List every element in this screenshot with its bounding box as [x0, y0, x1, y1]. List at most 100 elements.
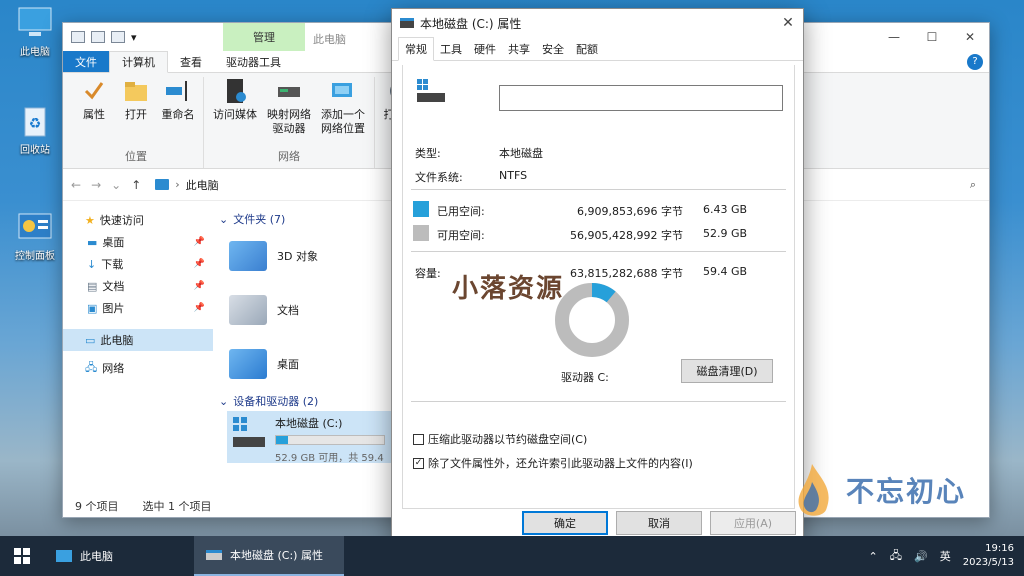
open-button[interactable]: 打开 [117, 77, 155, 148]
media-server-icon [227, 79, 246, 103]
network-drive-icon [278, 87, 300, 97]
used-space-gb: 6.43 GB [703, 203, 748, 216]
windows-logo-icon [14, 548, 30, 564]
desktop-icon-recycle-bin[interactable]: ♻ 回收站 [6, 104, 64, 156]
network-icon[interactable]: 🖧 [890, 547, 902, 566]
monitor-icon [56, 550, 72, 562]
used-space-swatch [413, 201, 429, 217]
checkbox-checked-icon: ✓ [413, 457, 424, 469]
dialog-buttons: 确定 取消 应用(A) [522, 511, 796, 535]
volume-icon[interactable]: 🔊 [914, 550, 928, 563]
rename-button[interactable]: 重命名 [159, 77, 197, 148]
download-icon: ↓ [87, 257, 97, 271]
pin-icon: 📌 [193, 259, 205, 269]
ok-button[interactable]: 确定 [522, 511, 608, 535]
system-tray: ⌃ 🖧 🔊 英 19:16 2023/5/13 [869, 542, 1024, 570]
drive-label: 驱动器 C: [561, 371, 609, 384]
ribbon-group-location: 属性 打开 重命名 位置 [69, 77, 204, 168]
nav-this-pc[interactable]: ▭ 此电脑 [63, 329, 213, 351]
nav-item-documents[interactable]: ▤ 文档 📌 [63, 275, 213, 297]
dialog-title-bar: 本地磁盘 (C:) 属性 ✕ [392, 9, 803, 37]
disk-cleanup-button[interactable]: 磁盘清理(D) [681, 359, 773, 383]
access-media-button[interactable]: 访问媒体 [210, 77, 260, 148]
tab-view[interactable]: 查看 [168, 51, 214, 72]
capacity-label: 容量: [415, 267, 441, 280]
desktop-icon-label: 控制面板 [15, 251, 55, 262]
desktop-icon-this-pc[interactable]: 此电脑 [6, 6, 64, 58]
nav-item-pictures[interactable]: ▣ 图片 📌 [63, 297, 213, 319]
nav-network[interactable]: 🖧 网络 [63, 357, 213, 379]
capacity-gb: 59.4 GB [703, 265, 748, 278]
tab-security[interactable]: 安全 [536, 37, 570, 60]
context-tab-manage[interactable]: 管理 [223, 23, 305, 51]
new-folder-quick-icon[interactable] [111, 31, 125, 43]
ime-indicator[interactable]: 英 [940, 548, 951, 564]
group-name-location: 位置 [125, 150, 147, 163]
item-count: 9 个项目 [75, 500, 119, 513]
drive-icon [417, 79, 445, 102]
map-network-drive-button[interactable]: 映射网络驱动器 [264, 77, 314, 148]
cancel-button[interactable]: 取消 [616, 511, 702, 535]
clock[interactable]: 19:16 2023/5/13 [963, 542, 1014, 570]
selected-count: 选中 1 个项目 [142, 500, 212, 513]
network-location-icon [332, 83, 352, 97]
close-icon[interactable]: ✕ [773, 15, 803, 31]
desktop-folder-icon [229, 349, 267, 379]
tab-sharing[interactable]: 共享 [502, 37, 536, 60]
close-button[interactable]: ✕ [951, 23, 989, 51]
free-space-gb: 52.9 GB [703, 227, 748, 240]
up-arrow-icon[interactable]: ↑ [131, 178, 141, 192]
desktop-icon-control-panel[interactable]: 控制面板 [6, 210, 64, 262]
tab-tools[interactable]: 工具 [434, 37, 468, 60]
chevron-up-icon[interactable]: ⌃ [869, 550, 878, 563]
nav-quick-access[interactable]: ★ 快速访问 [63, 209, 213, 231]
3d-objects-icon [229, 241, 267, 271]
type-row: 类型: 本地磁盘 [415, 147, 543, 160]
pin-icon: 📌 [193, 303, 205, 313]
maximize-button[interactable]: ☐ [913, 23, 951, 51]
chevron-down-icon: ⌄ [219, 212, 229, 226]
chevron-down-icon[interactable]: ▾ [131, 31, 137, 44]
properties-button[interactable]: 属性 [75, 77, 113, 148]
chevron-right-icon: › [175, 178, 180, 191]
dialog-tabs: 常规 工具 硬件 共享 安全 配额 [392, 37, 803, 61]
help-icon[interactable]: ? [967, 53, 983, 70]
tab-drive-tools[interactable]: 驱动器工具 [214, 51, 293, 72]
tab-file[interactable]: 文件 [63, 51, 109, 72]
back-arrow-icon[interactable]: ← [71, 178, 81, 192]
drive-item-c[interactable]: 本地磁盘 (C:) 52.9 GB 可用，共 59.4 [227, 411, 397, 464]
recycle-bin-icon: ♻ [15, 104, 55, 138]
pc-icon [155, 179, 170, 190]
drive-name-input[interactable] [499, 85, 783, 111]
document-icon: ▤ [87, 279, 98, 293]
compress-checkbox[interactable]: 压缩此驱动器以节约磁盘空间(C) [413, 431, 587, 447]
chevron-down-icon[interactable]: ⌄ [111, 178, 121, 192]
minimize-button[interactable]: — [875, 23, 913, 51]
taskbar-item-this-pc[interactable]: 此电脑 [44, 536, 194, 576]
properties-quick-icon[interactable] [91, 31, 105, 43]
used-space-label: 已用空间: [437, 205, 485, 218]
tab-hardware[interactable]: 硬件 [468, 37, 502, 60]
index-checkbox[interactable]: ✓ 除了文件属性外，还允许索引此驱动器上文件的内容(I) [413, 455, 693, 471]
drive-icon [231, 415, 267, 453]
flame-logo-icon [798, 464, 829, 516]
taskbar-item-properties[interactable]: 本地磁盘 (C:) 属性 [194, 536, 344, 576]
tab-computer[interactable]: 计算机 [109, 51, 168, 73]
used-space-bytes: 6,909,853,696 字节 [577, 205, 683, 218]
navigation-pane: ★ 快速访问 ▬ 桌面 📌 ↓ 下载 📌 ▤ 文档 📌 ▣ 图片 📌 ▭ 此电脑 🖧 网… [63, 209, 213, 489]
nav-item-downloads[interactable]: ↓ 下载 📌 [63, 253, 213, 275]
control-panel-icon [15, 210, 55, 244]
tab-general[interactable]: 常规 [398, 37, 434, 61]
nav-item-desktop[interactable]: ▬ 桌面 📌 [63, 231, 213, 253]
drive-free-text: 52.9 GB 可用，共 59.4 [275, 453, 384, 464]
forward-arrow-icon[interactable]: → [91, 178, 101, 192]
breadcrumb: 此电脑 [185, 178, 219, 192]
add-network-location-button[interactable]: 添加一个网络位置 [318, 77, 368, 148]
start-button[interactable] [0, 536, 44, 576]
desktop-icon-label: 此电脑 [20, 47, 50, 58]
checkmark-icon [84, 82, 104, 100]
pin-icon: 📌 [193, 237, 205, 247]
tab-quota[interactable]: 配额 [570, 37, 604, 60]
ribbon-group-network: 访问媒体 映射网络驱动器 添加一个网络位置 网络 [204, 77, 375, 168]
search-icon[interactable]: ⌕ [965, 178, 981, 192]
